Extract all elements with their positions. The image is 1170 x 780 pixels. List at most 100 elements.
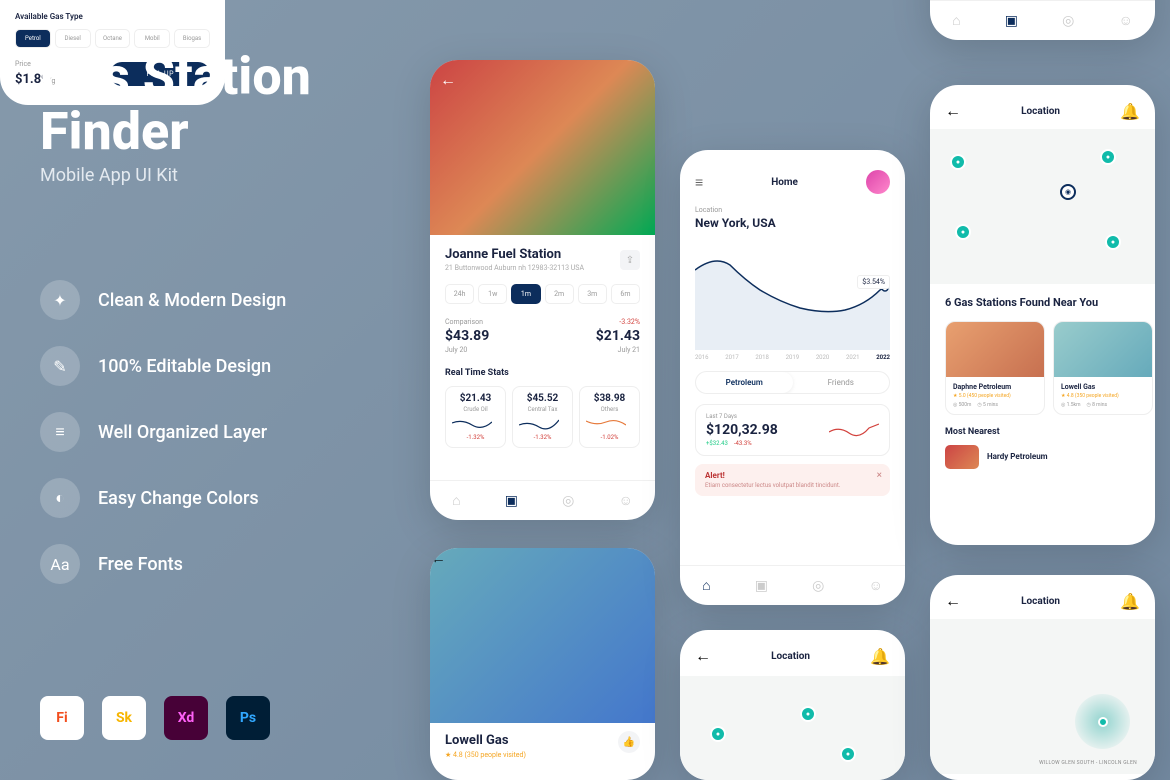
last7-card[interactable]: Last 7 Days$120,32.98+$32.43-43.3% — [695, 404, 890, 456]
nav-fuel-icon[interactable]: ▣ — [755, 578, 768, 594]
comparison-label: Comparison — [445, 318, 489, 326]
back-icon[interactable]: ← — [695, 646, 711, 666]
station-pin-icon[interactable]: ● — [1105, 234, 1121, 250]
feature-text: Well Organized Layer — [98, 422, 267, 443]
palette-icon: ◐ — [40, 478, 80, 518]
stat-card[interactable]: $38.98Others-1.02% — [579, 386, 640, 448]
location-radar — [1075, 694, 1130, 749]
page-title: Location — [771, 651, 810, 662]
last7-down: -43.3% — [734, 440, 752, 447]
user-location-icon: ◉ — [1060, 184, 1076, 200]
bottom-nav: ⌂ ▣ ◎ ☺ — [680, 565, 905, 605]
station-thumb — [946, 322, 1044, 377]
station-pin-icon[interactable]: ● — [950, 154, 966, 170]
back-icon[interactable]: ← — [945, 101, 961, 121]
like-button[interactable]: 👍 — [618, 731, 640, 753]
location-label: Location — [695, 206, 890, 214]
back-icon[interactable]: ← — [430, 548, 655, 568]
nav-profile-icon[interactable]: ☺ — [1119, 12, 1133, 29]
chart-x-axis: 2016201720182019202020212022 — [680, 354, 905, 361]
bell-icon[interactable]: 🔔 — [870, 647, 890, 666]
screen-stations-found: ← Location 🔔 ● ● ● ● ◉ 6 Gas Stations Foun… — [930, 85, 1155, 545]
stat-card[interactable]: $21.43Crude Oil-1.32% — [445, 386, 506, 448]
map[interactable]: ● ● ● ● ◉ — [930, 129, 1155, 284]
alert-box: Alert! Etiam consectetur lectus volutpat… — [695, 464, 890, 496]
back-icon[interactable]: ← — [440, 70, 456, 90]
period-tab[interactable]: 6m — [611, 284, 640, 304]
figma-icon: Fi — [40, 696, 84, 740]
price-chart[interactable]: $3.54% — [695, 240, 890, 350]
nav-location-icon[interactable]: ◎ — [562, 493, 574, 509]
feature-text: Easy Change Colors — [98, 488, 259, 509]
avatar[interactable] — [866, 170, 890, 194]
sketch-icon: Sk — [102, 696, 146, 740]
nearest-title: Most Nearest — [930, 415, 1155, 437]
screen-station-card: ← Lowell Gas ★ 4.8 (350 people visited) … — [430, 548, 655, 780]
stat-card[interactable]: $45.52Central Tax-1.32% — [512, 386, 573, 448]
feature-text: Free Fonts — [98, 554, 183, 575]
realtime-stats-title: Real Time Stats — [445, 368, 640, 378]
station-name: Joanne Fuel Station — [445, 247, 640, 262]
user-location-icon — [1098, 717, 1108, 727]
tool-icons: Fi Sk Xd Ps — [40, 696, 270, 740]
share-button[interactable]: ⇪ — [620, 250, 640, 270]
nav-home-icon[interactable]: ⌂ — [702, 577, 710, 594]
wand-icon: ✦ — [40, 280, 80, 320]
period-tab[interactable]: 1m — [511, 284, 540, 304]
available-label: Available Gas Type — [15, 12, 210, 21]
period-tab[interactable]: 2m — [545, 284, 574, 304]
nav-home-icon[interactable]: ⌂ — [452, 492, 460, 509]
alert-title: Alert! — [705, 471, 880, 480]
nav-profile-icon[interactable]: ☺ — [869, 577, 883, 594]
feature-text: Clean & Modern Design — [98, 290, 286, 311]
nav-fuel-icon[interactable]: ▣ — [505, 493, 518, 509]
nav-location-icon[interactable]: ◎ — [812, 578, 824, 594]
period-tabs: 24h 1w 1m 2m 3m 6m — [445, 284, 640, 304]
last7-label: Last 7 Days — [706, 413, 778, 420]
nearest-row[interactable]: Hardy Petroleum — [930, 437, 1155, 469]
bell-icon[interactable]: 🔔 — [1120, 592, 1140, 611]
back-icon[interactable]: ← — [945, 591, 961, 611]
station-pin-icon[interactable]: ● — [710, 726, 726, 742]
map[interactable]: WILLOW GLEN SOUTH - LINCOLN GLEN — [930, 619, 1155, 774]
feature-list: ✦ Clean & Modern Design ✎ 100% Editable De… — [40, 280, 286, 610]
station-pin-icon[interactable]: ● — [1100, 149, 1116, 165]
last7-up: +$32.43 — [706, 440, 728, 447]
nav-profile-icon[interactable]: ☺ — [619, 492, 633, 509]
station-pin-icon[interactable]: ● — [840, 746, 856, 762]
station-name: Lowell Gas — [445, 733, 640, 748]
map[interactable]: ● ● ● — [680, 676, 905, 780]
page-title: Location — [1021, 106, 1060, 117]
comparison-delta: -3.32% — [596, 318, 640, 326]
bell-icon[interactable]: 🔔 — [1120, 102, 1140, 121]
page-title: Location — [1021, 596, 1060, 607]
map-area-label: WILLOW GLEN SOUTH - LINCOLN GLEN — [1039, 760, 1137, 766]
station-rating: ★ 4.8 (350 people visited) — [445, 751, 640, 759]
segment-friends[interactable]: Friends — [793, 372, 890, 393]
station-pin-icon[interactable]: ● — [955, 224, 971, 240]
pen-icon: ✎ — [40, 346, 80, 386]
bottom-nav: ⌂ ▣ ◎ ☺ — [930, 0, 1155, 40]
screen-stats-mini: -1.32% -1.32% -1.02% ⌂ ▣ ◎ ☺ — [930, 0, 1155, 40]
period-tab[interactable]: 3m — [578, 284, 607, 304]
found-title: 6 Gas Stations Found Near You — [930, 284, 1155, 311]
period-tab[interactable]: 24h — [445, 284, 474, 304]
screen-home: ≡ Home Location New York, USA $3.54% 2016… — [680, 150, 905, 605]
segment-petroleum[interactable]: Petroleum — [696, 372, 793, 393]
nav-fuel-icon[interactable]: ▣ — [1005, 13, 1018, 29]
period-tab[interactable]: 1w — [478, 284, 507, 304]
alert-text: Etiam consectetur lectus volutpat blandi… — [705, 482, 880, 489]
nav-location-icon[interactable]: ◎ — [1062, 13, 1074, 29]
station-card[interactable]: Daphne Petroleum★ 5.0 (450 people visite… — [945, 321, 1045, 415]
feature-text: 100% Editable Design — [98, 356, 271, 377]
page-title: Home — [771, 177, 798, 188]
close-icon[interactable]: × — [877, 470, 882, 481]
menu-icon[interactable]: ≡ — [695, 174, 703, 191]
station-pin-icon[interactable]: ● — [800, 706, 816, 722]
comparison-value: $43.89 — [445, 328, 489, 344]
station-card[interactable]: Lowell Gas★ 4.8 (350 people visited)◎ 1.… — [1053, 321, 1153, 415]
ps-icon: Ps — [226, 696, 270, 740]
location-value: New York, USA — [695, 216, 890, 230]
nav-home-icon[interactable]: ⌂ — [952, 12, 960, 29]
screen-station-detail: ← Joanne Fuel Station 21 Buttonwood Aubu… — [430, 60, 655, 520]
